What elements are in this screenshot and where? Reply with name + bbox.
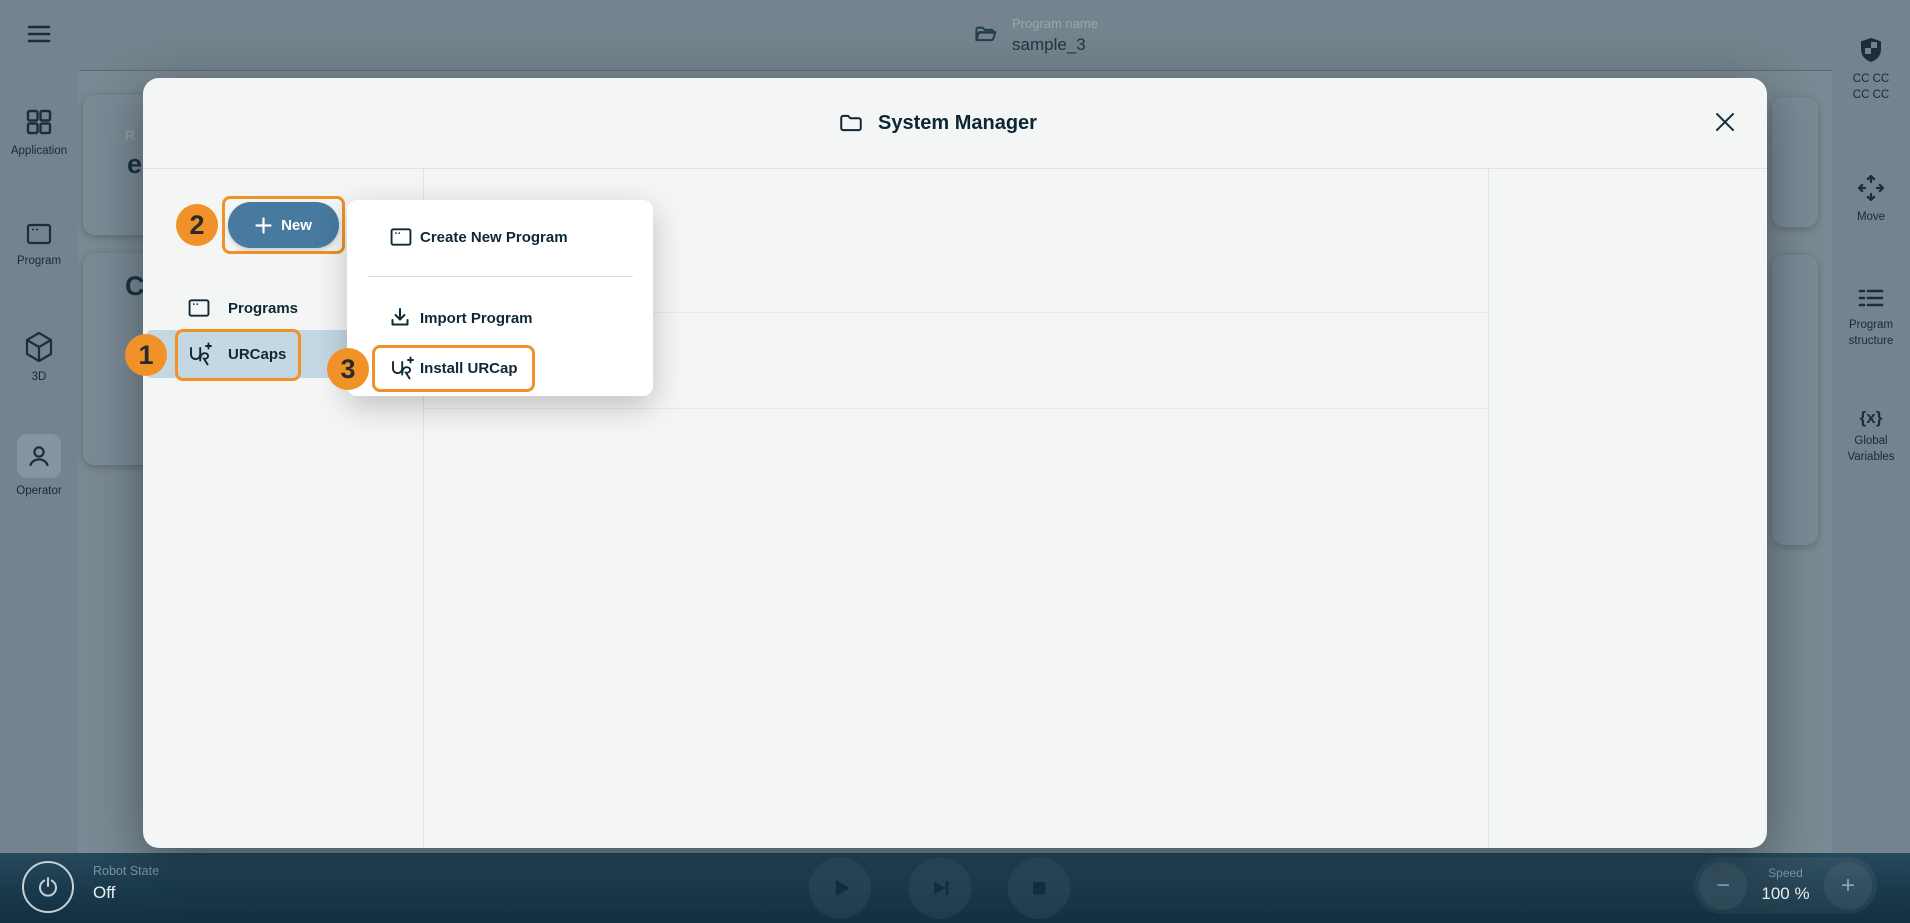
annotation-number: 3	[340, 353, 356, 384]
menu-divider	[368, 276, 633, 277]
background-card-right-2	[1772, 255, 1818, 545]
annotation-step-1: 1	[125, 334, 167, 376]
program-window-icon	[186, 296, 212, 320]
sidebar-item-label: 3D	[31, 371, 47, 383]
sidebar-item-move[interactable]: Move	[1832, 172, 1910, 224]
close-icon	[1713, 110, 1737, 134]
new-dropdown-menu: Create New Program Import Program Instal…	[347, 200, 653, 396]
cube-icon	[23, 330, 55, 364]
menu-item-label: Import Program	[420, 309, 533, 327]
safety-shield-icon	[1857, 36, 1885, 66]
annotation-step-3: 3	[327, 348, 369, 390]
sidebar-item-label: Application	[10, 145, 68, 157]
play-button[interactable]	[809, 857, 871, 919]
top-bar: Program name sample_3	[78, 0, 1832, 71]
background-card-label: R	[125, 127, 136, 143]
dialog-title: System Manager	[878, 111, 1037, 134]
annotation-highlight-urcaps	[175, 329, 301, 381]
plus-icon: +	[1840, 871, 1855, 899]
annotation-number: 2	[189, 209, 205, 240]
program-name-value: sample_3	[1012, 34, 1086, 54]
sidebar-item-label-line1: Global	[1854, 435, 1888, 447]
content-row-divider	[424, 408, 1488, 409]
app-grid-icon	[23, 106, 55, 138]
polyscope-app: Program name sample_3 R e C Application …	[0, 0, 1910, 923]
sidebar-item-program[interactable]: Program	[0, 220, 78, 268]
left-sidebar: Application Program 3D Operator	[0, 0, 78, 853]
sidebar-item-application[interactable]: Application	[0, 106, 78, 158]
step-button[interactable]	[909, 857, 971, 919]
operator-person-icon	[25, 442, 53, 470]
annotation-step-2: 2	[176, 204, 218, 246]
system-manager-dialog: System Manager New Programs URCaps Creat…	[143, 78, 1767, 848]
operator-selected-highlight	[17, 434, 61, 478]
program-name-group[interactable]: Program name sample_3	[973, 0, 1098, 70]
program-window-icon	[388, 225, 414, 249]
sidebar-item-label-line2: structure	[1848, 335, 1894, 348]
move-arrows-icon	[1855, 172, 1887, 204]
robot-state-value: Off	[93, 883, 116, 902]
variables-icon: {x}	[1859, 408, 1883, 427]
sidebar-item-label: Move	[1856, 211, 1886, 223]
sidebar-item-3d[interactable]: 3D	[0, 330, 78, 384]
stop-icon	[1024, 873, 1054, 903]
dialog-header: System Manager	[143, 78, 1767, 168]
program-window-icon	[24, 220, 54, 248]
close-button[interactable]	[1701, 98, 1749, 146]
folder-icon	[838, 110, 864, 136]
sidebar-item-label: Program	[16, 255, 62, 267]
safety-status-button[interactable]: CC CC CC CC	[1832, 36, 1910, 103]
robot-power-button[interactable]	[22, 861, 74, 913]
sidebar-item-global-variables[interactable]: {x} Global Variables	[1832, 408, 1910, 465]
annotation-highlight-install	[372, 345, 535, 392]
plus-icon	[255, 216, 272, 234]
power-icon	[36, 875, 60, 899]
program-structure-icon	[1855, 284, 1887, 312]
menu-item-create-new-program[interactable]: Create New Program	[347, 213, 653, 261]
hamburger-icon	[23, 20, 55, 48]
sidebar-item-program-structure[interactable]: Program structure	[1832, 284, 1910, 349]
annotation-number: 1	[138, 339, 154, 370]
sidebar-item-label: Operator	[16, 485, 62, 497]
stop-button[interactable]	[1008, 857, 1070, 919]
dialog-title-group: System Manager	[838, 78, 1037, 168]
safety-checks-line2: CC CC	[1852, 89, 1890, 102]
sidebar-item-operator[interactable]: Operator	[0, 434, 78, 498]
robot-state-group: Robot State Off	[93, 864, 159, 903]
background-card-right-1	[1772, 97, 1818, 227]
safety-checks-line1: CC CC	[1852, 73, 1890, 85]
open-folder-icon	[973, 22, 1000, 49]
new-button-label: New	[281, 216, 312, 234]
program-name-label: Program name	[1012, 16, 1098, 32]
robot-state-label: Robot State	[93, 864, 160, 878]
speed-increase-button[interactable]: +	[1824, 861, 1872, 910]
menu-item-label: Create New Program	[420, 228, 568, 246]
background-card-text: e	[127, 149, 143, 179]
new-button[interactable]: New	[228, 202, 339, 248]
header-divider	[143, 168, 1767, 169]
right-sidebar: CC CC CC CC Move Program structure {x} G…	[1832, 0, 1910, 853]
hamburger-menu-button[interactable]	[0, 20, 78, 48]
background-card-text: C	[125, 271, 145, 301]
sidebar-item-label-line2: Variables	[1847, 451, 1895, 464]
nav-item-label: Programs	[228, 299, 299, 317]
skip-next-icon	[925, 873, 955, 903]
import-download-icon	[388, 306, 412, 330]
speed-control: − Speed 100 % +	[1694, 857, 1877, 914]
content-panel-divider	[1488, 168, 1489, 848]
play-icon	[825, 873, 855, 903]
menu-item-import-program[interactable]: Import Program	[347, 294, 653, 342]
sidebar-item-label-line1: Program	[1848, 319, 1894, 331]
